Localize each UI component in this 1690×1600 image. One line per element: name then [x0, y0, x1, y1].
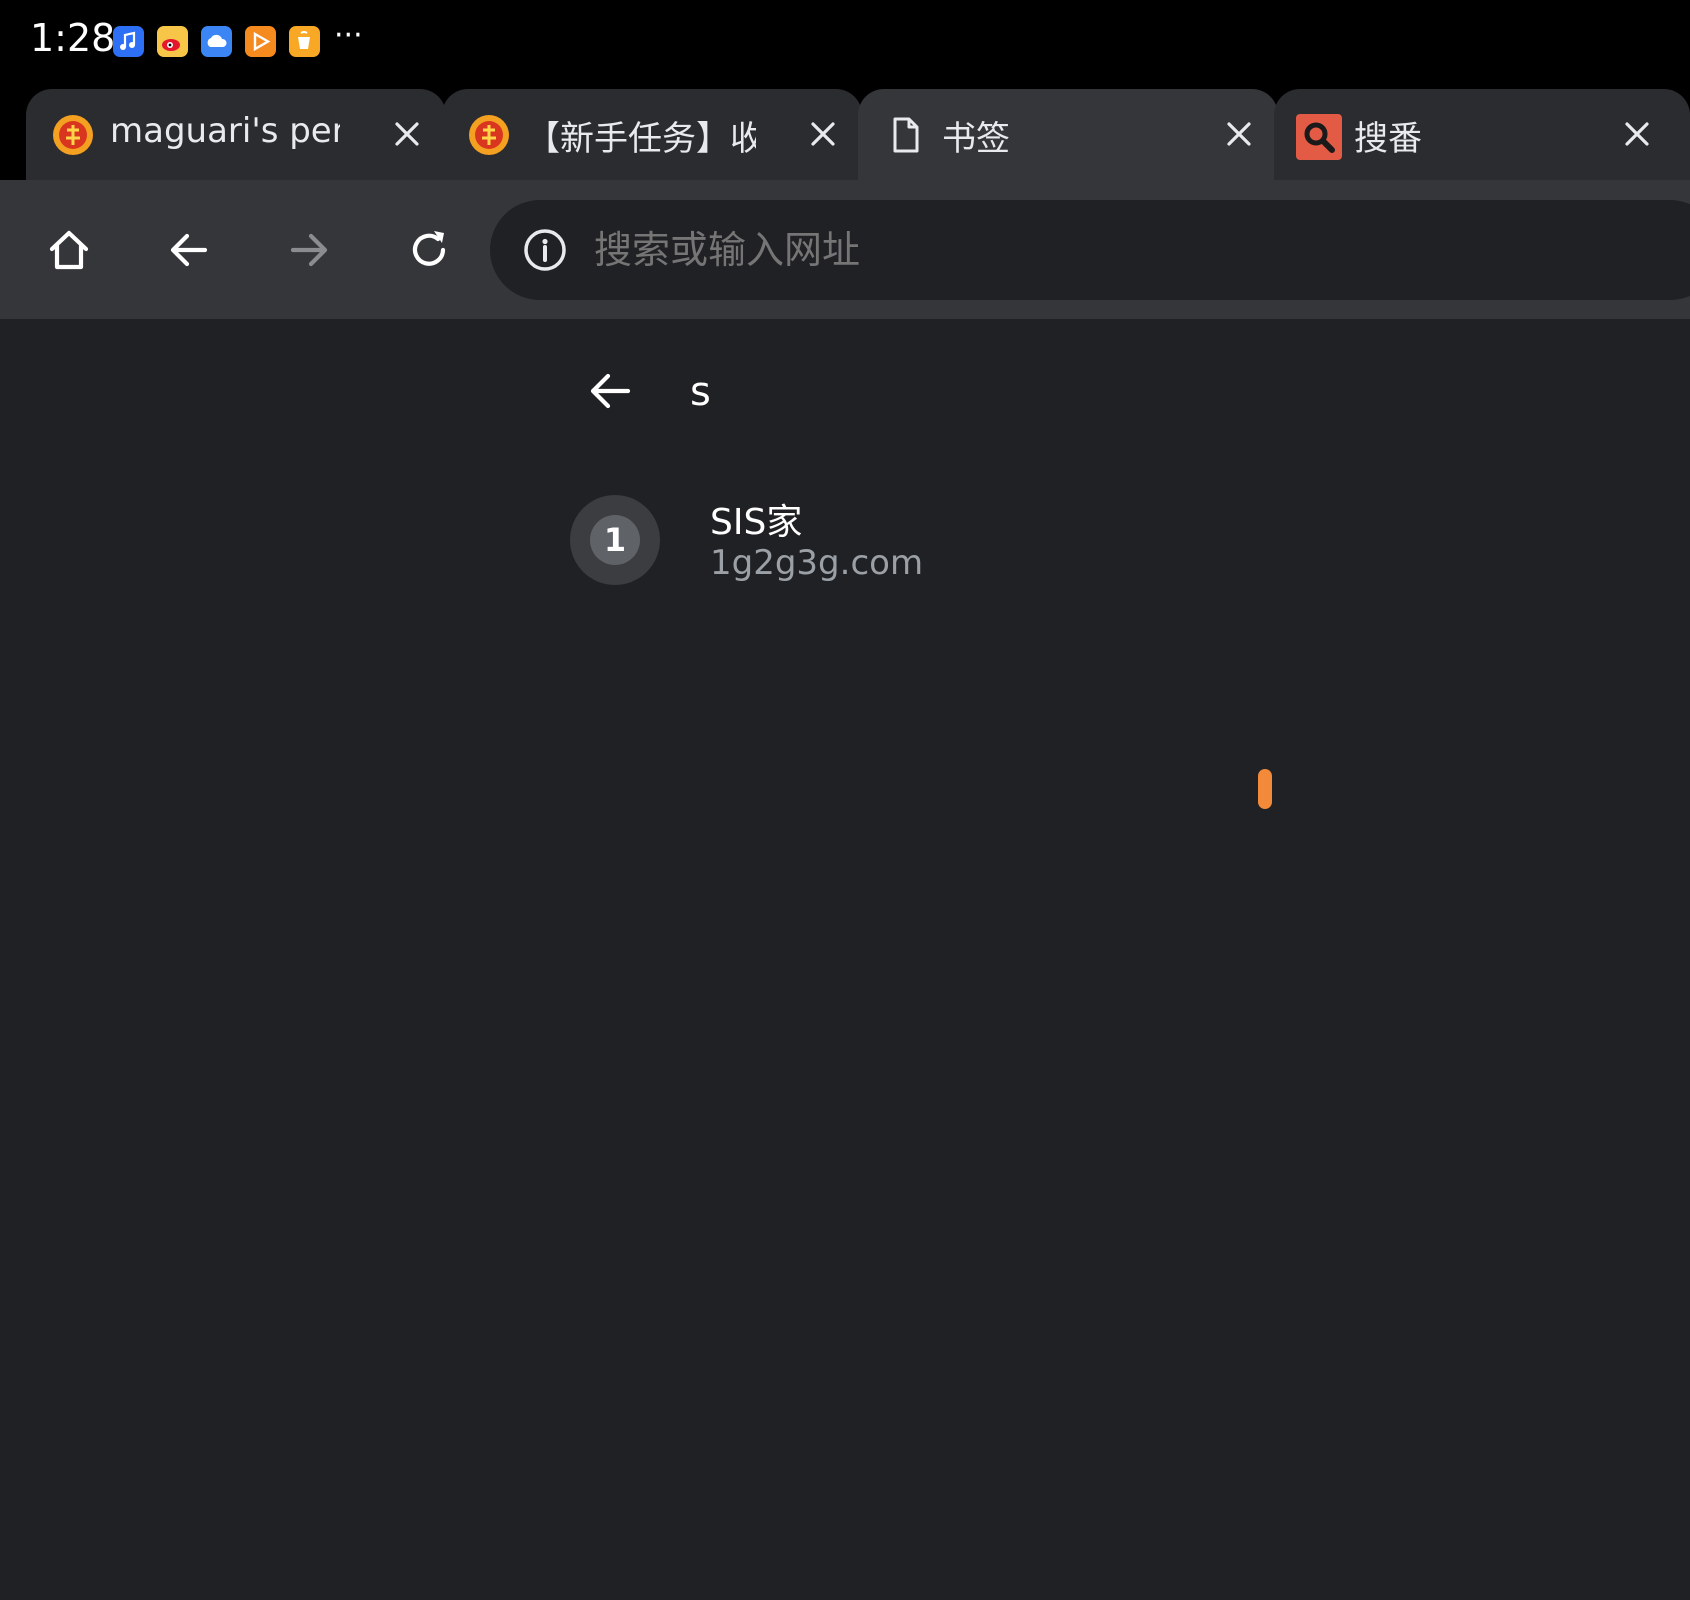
tab-soufan[interactable]: 搜番 [1274, 89, 1690, 180]
folder-title: s [690, 369, 711, 415]
status-bar: 1:28 ··· [0, 0, 1690, 87]
bookmark-url: 1g2g3g.com [710, 543, 924, 583]
close-icon[interactable] [1222, 117, 1256, 151]
touch-indicator [1258, 769, 1272, 809]
address-input[interactable] [594, 222, 1494, 278]
site-logo-icon [468, 114, 510, 156]
cup-app-icon [289, 26, 320, 57]
site-logo-icon [52, 114, 94, 156]
info-icon[interactable] [522, 227, 568, 273]
page-icon [884, 114, 926, 156]
forward-icon[interactable] [284, 225, 334, 275]
bookmark-title: SIS家 [710, 502, 803, 543]
cloud-app-icon [201, 26, 232, 57]
back-icon[interactable] [164, 225, 214, 275]
tab-strip: maguari's perso 【新手任务】收 书签 搜番 [0, 87, 1690, 180]
close-icon[interactable] [1620, 117, 1654, 151]
tab-title: 【新手任务】收 [526, 119, 756, 159]
home-icon[interactable] [44, 225, 94, 275]
tab-bookmarks[interactable]: 书签 [858, 89, 1278, 180]
tab-newbie-task[interactable]: 【新手任务】收 [442, 89, 862, 180]
search-logo-icon [1296, 114, 1342, 160]
browser-toolbar [0, 180, 1690, 319]
tab-title: 搜番 [1354, 119, 1422, 159]
bookmark-avatar-letter: 1 [590, 515, 640, 565]
music-app-icon [113, 26, 144, 57]
reload-icon[interactable] [404, 225, 454, 275]
back-arrow-icon[interactable] [584, 365, 636, 417]
bookmark-avatar: 1 [570, 495, 660, 585]
bookmark-item[interactable]: 1 SIS家 1g2g3g.com [560, 479, 1260, 589]
omnibox[interactable] [490, 200, 1690, 300]
tab-title: maguari's perso [110, 111, 340, 151]
status-time: 1:28 [30, 16, 116, 60]
bookmarks-page: s 1 SIS家 1g2g3g.com [0, 319, 1690, 1600]
tab-maguari[interactable]: maguari's perso [26, 89, 446, 180]
weibo-app-icon [157, 26, 188, 57]
close-icon[interactable] [390, 117, 424, 151]
close-icon[interactable] [806, 117, 840, 151]
status-more-icon: ··· [334, 18, 363, 53]
tab-title: 书签 [942, 119, 1010, 159]
video-app-icon [245, 26, 276, 57]
